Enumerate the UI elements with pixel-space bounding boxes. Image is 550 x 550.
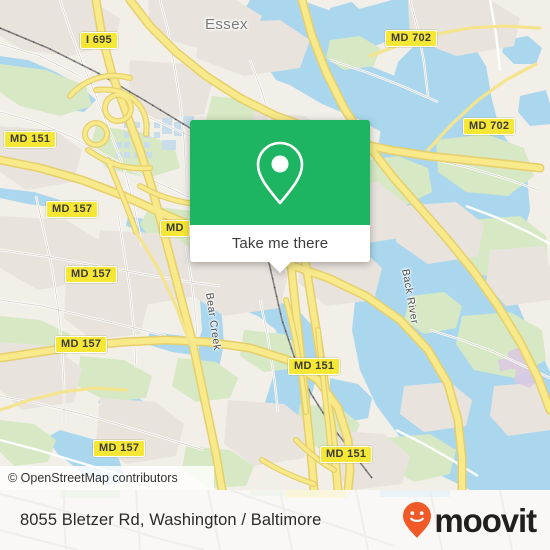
- highway-shield-md151-b[interactable]: MD 151: [288, 358, 341, 375]
- map-marker-popup[interactable]: Take me there: [190, 120, 370, 273]
- highway-shield-md157-a[interactable]: MD 157: [46, 201, 99, 218]
- take-me-there-label: Take me there: [231, 235, 329, 252]
- highway-shield-md157-d[interactable]: MD 157: [93, 440, 146, 457]
- map-pin-icon: [253, 140, 307, 206]
- moovit-logo[interactable]: moovit: [402, 501, 537, 539]
- popup-header: [190, 120, 370, 225]
- footer-bar: 8055 Bletzer Rd, Washington / Baltimore …: [0, 490, 550, 550]
- moovit-smiling-pin-icon: [402, 501, 432, 539]
- highway-shield-md702-a[interactable]: MD 702: [385, 30, 438, 47]
- popup-footer[interactable]: Take me there: [190, 225, 370, 273]
- map-attribution[interactable]: © OpenStreetMap contributors: [0, 466, 214, 490]
- map-canvas[interactable]: Essex Back River Bear Creek I 695 MD 702…: [0, 0, 550, 490]
- highway-shield-md157-b[interactable]: MD 157: [65, 266, 118, 283]
- attribution-text: © OpenStreetMap contributors: [8, 471, 178, 485]
- highway-shield-md151-a[interactable]: MD 151: [4, 131, 57, 148]
- popup-tail: [269, 262, 291, 273]
- moovit-wordmark: moovit: [434, 501, 537, 539]
- highway-shield-md-partial[interactable]: MD: [160, 220, 190, 237]
- highway-shield-md157-c[interactable]: MD 157: [55, 336, 108, 353]
- moovit-map-screenshot: Essex Back River Bear Creek I 695 MD 702…: [0, 0, 550, 550]
- highway-shield-md151-c[interactable]: MD 151: [320, 446, 373, 463]
- highway-shield-md702-b[interactable]: MD 702: [463, 118, 516, 135]
- highway-shield-i695[interactable]: I 695: [80, 32, 118, 49]
- location-title: 8055 Bletzer Rd, Washington / Baltimore: [20, 510, 322, 529]
